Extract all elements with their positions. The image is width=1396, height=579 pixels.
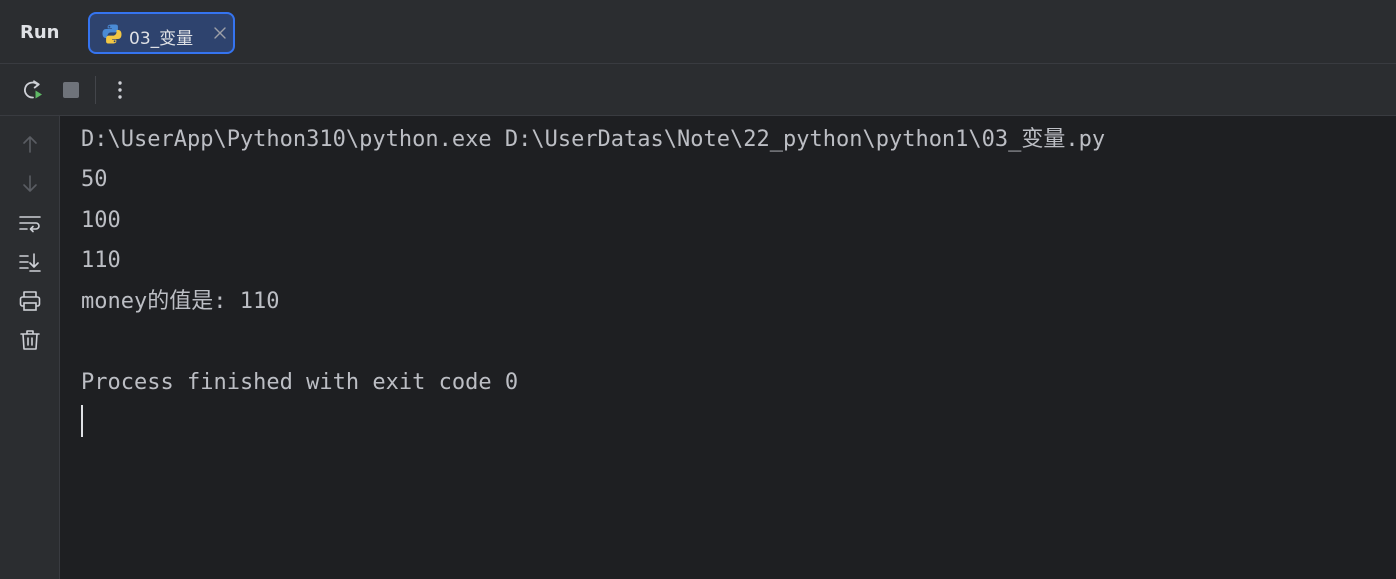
- text-caret: [81, 405, 83, 437]
- run-toolbar: [0, 64, 1396, 116]
- close-icon[interactable]: [211, 24, 229, 42]
- scroll-up-button[interactable]: [18, 132, 42, 156]
- tab-03-variables[interactable]: 03_变量: [88, 12, 235, 54]
- arrow-up-icon: [23, 136, 37, 153]
- scroll-down-button[interactable]: [18, 172, 42, 196]
- console-line-command: D:\UserApp\Python310\python.exe D:\UserD…: [81, 127, 1106, 152]
- scroll-to-end-button[interactable]: [18, 250, 42, 274]
- rerun-button[interactable]: [21, 78, 45, 102]
- python-file-icon: [101, 23, 123, 45]
- scroll-to-end-icon: [19, 253, 41, 272]
- stop-icon: [63, 82, 79, 98]
- tab-label: 03_变量: [129, 29, 194, 49]
- rerun-icon: [24, 80, 42, 99]
- console-side-toolbar: [0, 116, 60, 579]
- more-vertical-icon: [118, 81, 122, 99]
- clear-all-button[interactable]: [18, 328, 42, 352]
- console-line: money的值是: 110: [81, 289, 280, 314]
- stop-button[interactable]: [59, 78, 83, 102]
- run-tab-bar: Run 03_变量: [0, 0, 1396, 64]
- arrow-down-icon: [23, 175, 37, 192]
- run-panel-title: Run: [20, 22, 60, 43]
- toolbar-separator: [95, 76, 96, 104]
- run-tool-window: Run 03_变量 D:\UserApp\Python310\python.ex…: [0, 0, 1396, 579]
- trash-icon: [20, 330, 40, 350]
- console-line: 100: [81, 208, 121, 233]
- console-line: 50: [81, 167, 108, 192]
- soft-wrap-icon: [19, 216, 41, 233]
- more-options-button[interactable]: [108, 78, 132, 102]
- console-output[interactable]: D:\UserApp\Python310\python.exe D:\UserD…: [61, 116, 1396, 579]
- console-line-exit-status: Process finished with exit code 0: [81, 370, 519, 395]
- print-button[interactable]: [18, 289, 42, 313]
- printer-icon: [19, 291, 41, 311]
- soft-wrap-button[interactable]: [18, 212, 42, 236]
- console-line: 110: [81, 248, 121, 273]
